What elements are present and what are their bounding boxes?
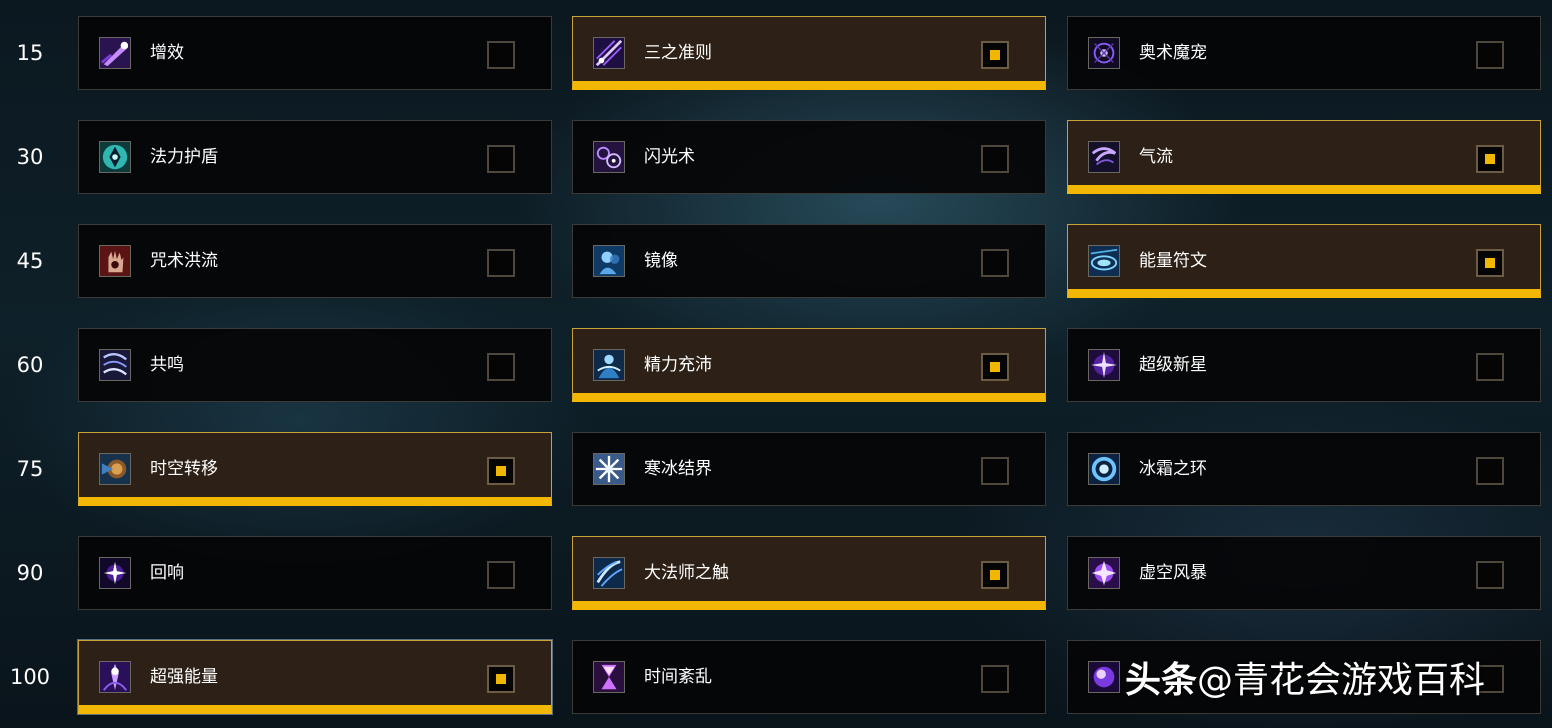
talent-name: 共鸣 <box>150 355 184 375</box>
talent-cell[interactable]: 虚空风暴 <box>1067 536 1541 610</box>
watermark-brand: 头条 <box>1125 660 1198 701</box>
charged-up-icon <box>593 349 625 381</box>
talent-checkbox[interactable] <box>1476 457 1504 485</box>
talent-cell[interactable]: 时间紊乱 <box>572 640 1046 714</box>
talent-row: 15 增效 三之准则 奥术魔宠 <box>0 16 1552 90</box>
talent-checkbox[interactable] <box>487 249 515 277</box>
level-label: 30 <box>16 145 44 169</box>
ring-of-frost-icon <box>1088 453 1120 485</box>
overpowered-icon <box>99 661 131 693</box>
supernova-icon <box>1088 349 1120 381</box>
level-label: 90 <box>16 561 44 585</box>
talent-name: 大法师之触 <box>644 563 729 583</box>
arcane-orb-icon <box>1088 661 1120 693</box>
talent-row: 30 法力护盾 闪光术 气流 <box>0 120 1552 194</box>
talent-checkbox[interactable] <box>487 41 515 69</box>
talent-name: 虚空风暴 <box>1139 563 1207 583</box>
talent-cell[interactable]: 大法师之触 <box>572 536 1046 610</box>
talent-name: 超级新星 <box>1139 355 1207 375</box>
talent-checkbox[interactable] <box>1476 145 1504 173</box>
talent-cell[interactable]: 咒术洪流 <box>78 224 552 298</box>
talent-name: 能量符文 <box>1139 251 1207 271</box>
talent-row: 90 回响 大法师之触 虚空风暴 <box>0 536 1552 610</box>
arcane-missiles-icon <box>593 37 625 69</box>
talent-name: 回响 <box>150 563 184 583</box>
talent-checkbox[interactable] <box>487 561 515 589</box>
level-label: 75 <box>16 457 44 481</box>
level-label: 100 <box>9 665 51 689</box>
rune-of-power-icon <box>1088 245 1120 277</box>
talent-cell[interactable]: 增效 <box>78 16 552 90</box>
talent-checkbox[interactable] <box>981 457 1009 485</box>
talent-cell[interactable]: 回响 <box>78 536 552 610</box>
talent-name: 三之准则 <box>644 43 712 63</box>
incanters-flow-icon <box>99 245 131 277</box>
talent-name: 增效 <box>150 43 184 63</box>
talent-cell[interactable]: 镜像 <box>572 224 1046 298</box>
talent-checkbox[interactable] <box>981 145 1009 173</box>
talent-name: 气流 <box>1139 147 1173 167</box>
watermark: 头条@青花会游戏百科 <box>1125 656 1485 706</box>
talent-checkbox[interactable] <box>487 145 515 173</box>
touch-of-the-magi-icon <box>593 557 625 589</box>
resonance-icon <box>99 349 131 381</box>
talent-cell[interactable]: 能量符文 <box>1067 224 1541 298</box>
talent-name: 精力充沛 <box>644 355 712 375</box>
reverberate-icon <box>99 557 131 589</box>
talent-name: 镜像 <box>644 251 678 271</box>
talent-checkbox[interactable] <box>981 249 1009 277</box>
talent-cell[interactable]: 三之准则 <box>572 16 1046 90</box>
talent-checkbox[interactable] <box>981 665 1009 693</box>
talent-name: 法力护盾 <box>150 147 218 167</box>
talent-name: 寒冰结界 <box>644 459 712 479</box>
talent-cell[interactable]: 超级新星 <box>1067 328 1541 402</box>
talent-name: 时空转移 <box>150 459 218 479</box>
mana-shield-icon <box>99 141 131 173</box>
ice-ward-icon <box>593 453 625 485</box>
talent-cell[interactable]: 法力护盾 <box>78 120 552 194</box>
talent-checkbox[interactable] <box>487 457 515 485</box>
talent-cell[interactable]: 冰霜之环 <box>1067 432 1541 506</box>
talent-checkbox[interactable] <box>1476 561 1504 589</box>
talent-cell[interactable]: 寒冰结界 <box>572 432 1046 506</box>
talent-cell[interactable]: 闪光术 <box>572 120 1046 194</box>
talent-checkbox[interactable] <box>981 41 1009 69</box>
talent-checkbox[interactable] <box>1476 353 1504 381</box>
talent-checkbox[interactable] <box>1476 249 1504 277</box>
talent-checkbox[interactable] <box>981 353 1009 381</box>
talent-cell[interactable]: 时空转移 <box>78 432 552 506</box>
talent-cell[interactable]: 奥术魔宠 <box>1067 16 1541 90</box>
talent-cell[interactable]: 超强能量 <box>78 640 552 714</box>
talent-name: 时间紊乱 <box>644 667 712 687</box>
talent-cell[interactable]: 共鸣 <box>78 328 552 402</box>
talent-name: 冰霜之环 <box>1139 459 1207 479</box>
slipstream-icon <box>1088 141 1120 173</box>
talent-checkbox[interactable] <box>981 561 1009 589</box>
talent-row: 60 共鸣 精力充沛 超级新星 <box>0 328 1552 402</box>
talent-row: 75 时空转移 寒冰结界 冰霜之环 <box>0 432 1552 506</box>
talent-row: 45 咒术洪流 镜像 能量符文 <box>0 224 1552 298</box>
watermark-text: @青花会游戏百科 <box>1197 660 1486 701</box>
talent-name: 奥术魔宠 <box>1139 43 1207 63</box>
talent-cell[interactable]: 精力充沛 <box>572 328 1046 402</box>
shimmer-icon <box>593 141 625 173</box>
talent-checkbox[interactable] <box>487 665 515 693</box>
talent-name: 闪光术 <box>644 147 695 167</box>
talent-checkbox[interactable] <box>1476 41 1504 69</box>
nether-tempest-icon <box>1088 557 1120 589</box>
time-anomaly-icon <box>593 661 625 693</box>
chrono-shift-icon <box>99 453 131 485</box>
talent-name: 超强能量 <box>150 667 218 687</box>
arcane-familiar-icon <box>1088 37 1120 69</box>
mirror-image-icon <box>593 245 625 277</box>
talent-checkbox[interactable] <box>487 353 515 381</box>
level-label: 45 <box>16 249 44 273</box>
talent-cell[interactable]: 气流 <box>1067 120 1541 194</box>
level-label: 15 <box>16 41 44 65</box>
level-label: 60 <box>16 353 44 377</box>
purple-comet-icon <box>99 37 131 69</box>
talent-name: 咒术洪流 <box>150 251 218 271</box>
